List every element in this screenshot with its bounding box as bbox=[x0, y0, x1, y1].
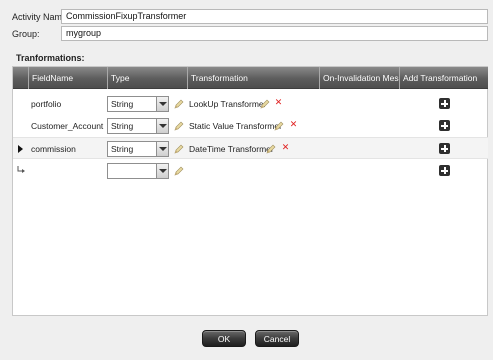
add-transformation-icon[interactable] bbox=[439, 165, 450, 176]
fieldname-cell: Customer_Account bbox=[31, 121, 104, 131]
add-transformation-icon[interactable] bbox=[439, 120, 450, 131]
pencil-icon[interactable] bbox=[265, 144, 276, 155]
activity-name-input[interactable]: CommissionFixupTransformer bbox=[61, 9, 488, 24]
transformation-cell: DateTime Transformer bbox=[189, 144, 274, 154]
delete-icon[interactable]: ✕ bbox=[274, 98, 283, 107]
transformations-section-title: Tranformations: bbox=[16, 53, 85, 63]
fieldname-cell: commission bbox=[31, 144, 76, 154]
table-row[interactable]: Customer_Account String Static Value Tra… bbox=[13, 115, 488, 137]
column-header-fieldname[interactable]: FieldName bbox=[28, 67, 107, 89]
table-row-new[interactable] bbox=[13, 160, 488, 182]
pencil-icon[interactable] bbox=[273, 121, 284, 132]
transformation-cell: LookUp Transformer bbox=[189, 99, 267, 109]
table-row[interactable]: portfolio String LookUp Transformer ✕ bbox=[13, 93, 488, 115]
delete-icon[interactable]: ✕ bbox=[281, 143, 290, 152]
header-indicator-column bbox=[13, 67, 28, 89]
add-transformation-icon[interactable] bbox=[439, 143, 450, 154]
type-select-value: String bbox=[111, 121, 134, 131]
type-select[interactable]: String bbox=[107, 141, 169, 157]
type-select-value: String bbox=[111, 144, 134, 154]
group-input[interactable]: mygroup bbox=[61, 26, 488, 41]
cancel-button[interactable]: Cancel bbox=[255, 330, 299, 347]
chevron-down-icon[interactable] bbox=[156, 97, 168, 111]
grid-header: FieldName Type Transformation On-Invalid… bbox=[13, 67, 488, 89]
type-select[interactable]: String bbox=[107, 96, 169, 112]
chevron-down-icon[interactable] bbox=[156, 142, 168, 156]
pencil-icon[interactable] bbox=[173, 99, 184, 110]
pencil-icon[interactable] bbox=[259, 99, 270, 110]
table-row-selected[interactable]: commission String DateTime Transformer ✕ bbox=[13, 137, 488, 159]
delete-icon[interactable]: ✕ bbox=[289, 120, 298, 129]
type-select[interactable]: String bbox=[107, 118, 169, 134]
transformer-dialog: Activity Name: CommissionFixupTransforme… bbox=[0, 0, 493, 360]
column-header-add-transformation[interactable]: Add Transformation bbox=[399, 67, 488, 89]
pencil-icon[interactable] bbox=[173, 144, 184, 155]
add-transformation-icon[interactable] bbox=[439, 98, 450, 109]
ok-button[interactable]: OK bbox=[202, 330, 246, 347]
transformation-cell: Static Value Transformer bbox=[189, 121, 282, 131]
new-row-icon bbox=[17, 166, 25, 173]
column-header-type[interactable]: Type bbox=[107, 67, 187, 89]
pencil-icon[interactable] bbox=[173, 166, 184, 177]
group-label: Group: bbox=[12, 29, 40, 39]
current-row-arrow-icon bbox=[18, 145, 23, 153]
pencil-icon[interactable] bbox=[173, 121, 184, 132]
type-select[interactable] bbox=[107, 163, 169, 179]
transformations-grid: FieldName Type Transformation On-Invalid… bbox=[12, 66, 488, 316]
fieldname-cell: portfolio bbox=[31, 99, 62, 109]
type-select-value: String bbox=[111, 99, 134, 109]
chevron-down-icon[interactable] bbox=[156, 164, 168, 178]
column-header-transformation[interactable]: Transformation bbox=[187, 67, 319, 89]
column-header-on-invalidation-message[interactable]: On-Invalidation Message bbox=[319, 67, 399, 89]
chevron-down-icon[interactable] bbox=[156, 119, 168, 133]
